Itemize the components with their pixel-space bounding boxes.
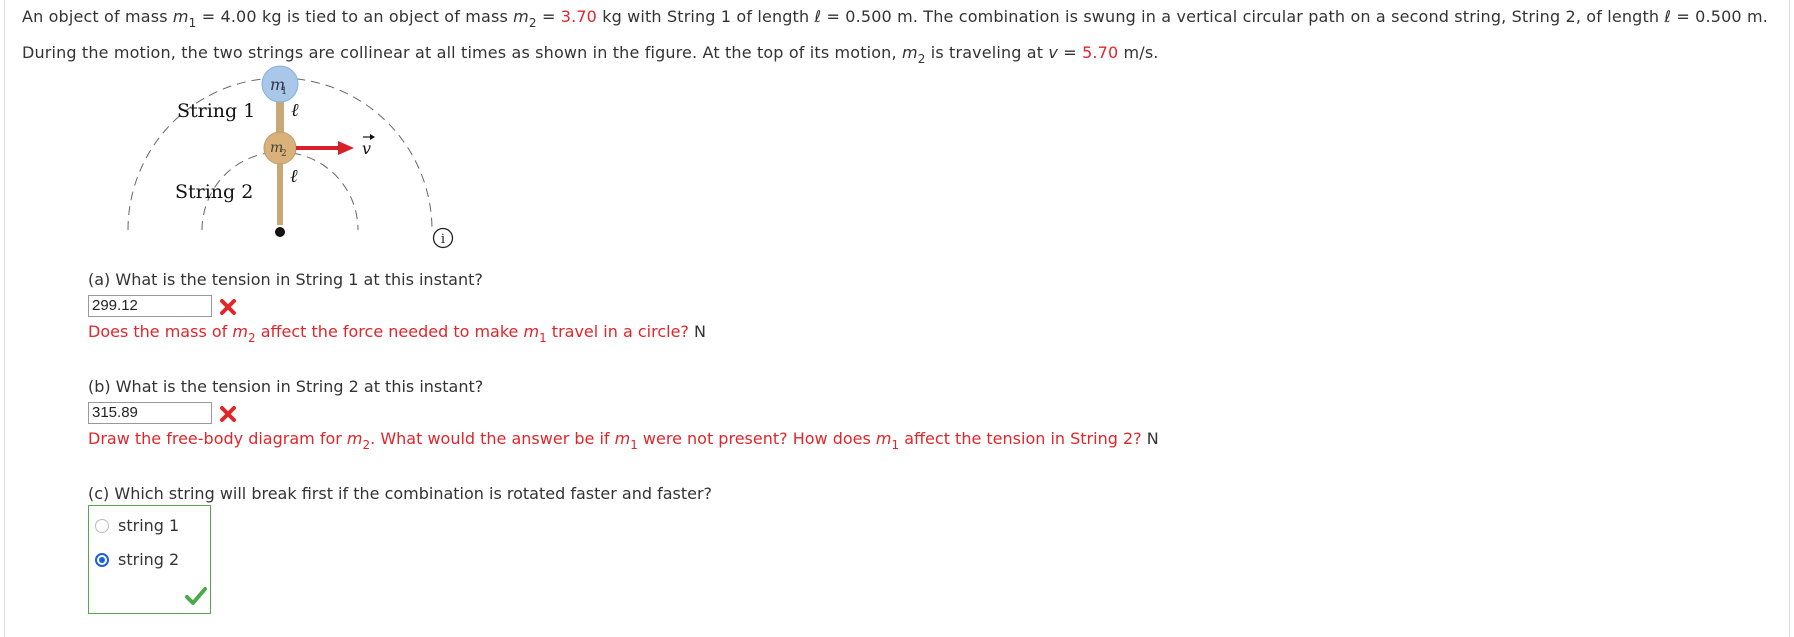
- svg-text:2: 2: [281, 149, 287, 159]
- circular-motion-figure: m 1 m 2 v String 1 ℓ String 2 ℓ: [127, 65, 433, 237]
- question-a-prompt: (a) What is the tension in String 1 at t…: [88, 270, 483, 289]
- hint-a: Does the mass of m2 affect the force nee…: [88, 322, 706, 345]
- hint-b: Draw the free-body diagram for m2. What …: [88, 429, 1159, 452]
- x-mark-icon: [220, 299, 236, 315]
- x-mark-icon: [220, 406, 236, 422]
- answer-b-input[interactable]: 315.89: [88, 402, 212, 424]
- m2-value: 3.70: [560, 7, 597, 26]
- string-2-label: String 2: [175, 181, 253, 203]
- ell-label-top: ℓ: [291, 100, 299, 121]
- pivot-point: [275, 227, 285, 237]
- question-c-prompt: (c) Which string will break first if the…: [88, 484, 713, 503]
- svg-text:i: i: [441, 232, 445, 247]
- check-mark-icon: [185, 587, 207, 605]
- answer-a-input[interactable]: 299.12: [88, 295, 212, 317]
- v-label: v: [362, 139, 371, 158]
- radio-button-selected[interactable]: [95, 552, 109, 567]
- option-string-2[interactable]: string 2: [95, 550, 179, 569]
- speed-value: 5.70: [1082, 43, 1119, 62]
- option-string-1[interactable]: string 1: [95, 516, 179, 535]
- string-2-rod: [277, 155, 283, 225]
- choice-group: string 1 string 2: [88, 505, 211, 614]
- radio-button[interactable]: [95, 518, 109, 533]
- question-b-prompt: (b) What is the tension in String 2 at t…: [88, 377, 484, 396]
- svg-text:1: 1: [281, 86, 287, 97]
- string-1-label: String 1: [177, 100, 255, 122]
- info-icon[interactable]: i: [432, 227, 454, 249]
- ell-label-bottom: ℓ: [290, 166, 298, 187]
